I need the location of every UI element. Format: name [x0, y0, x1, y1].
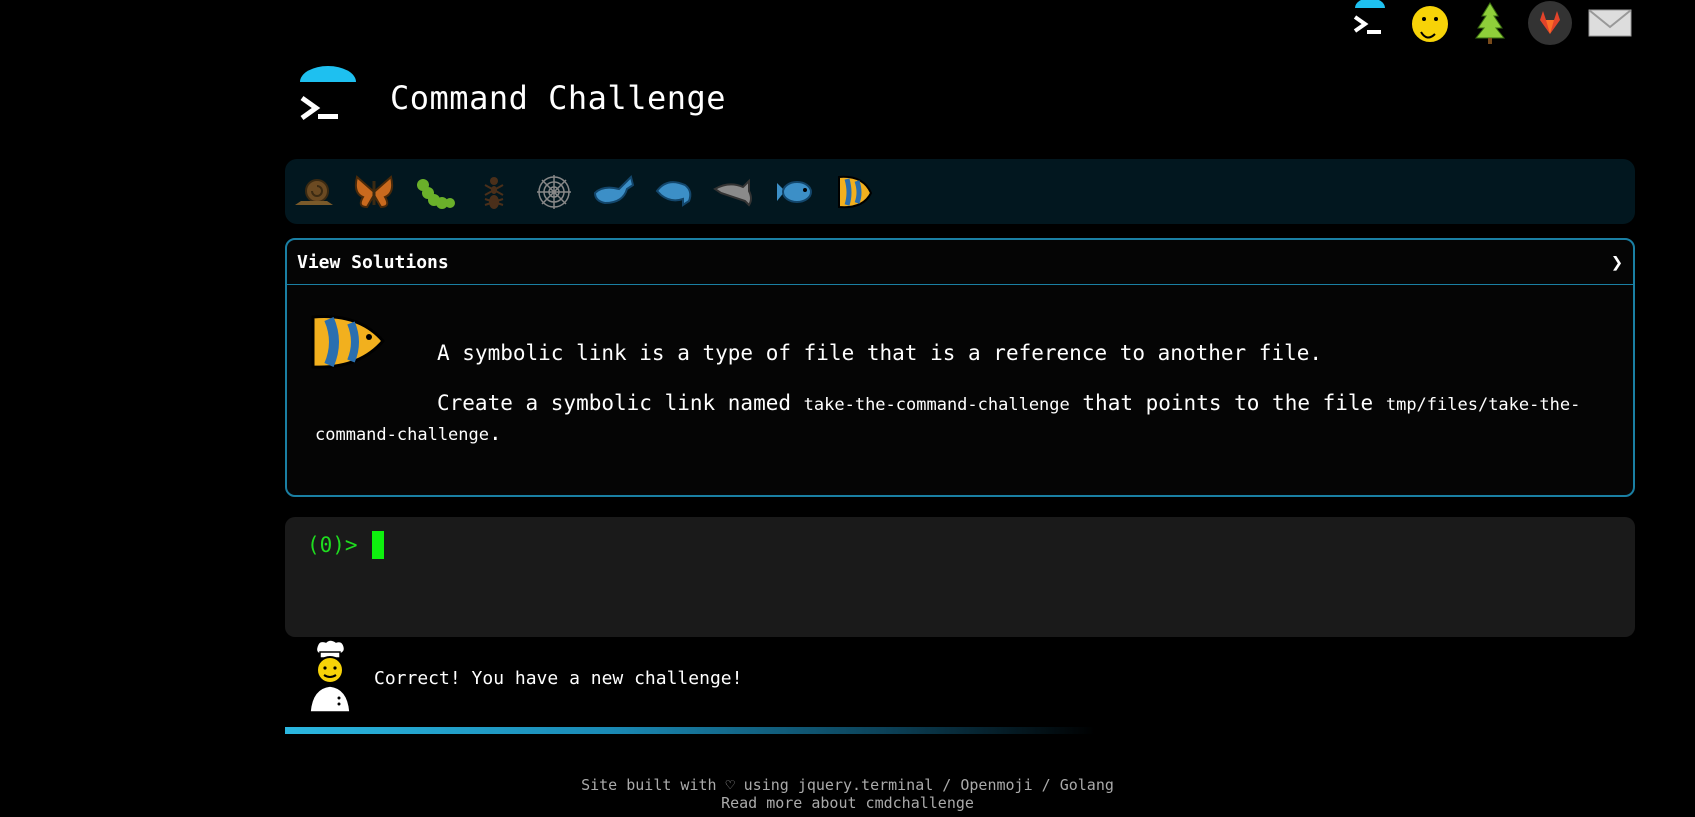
shushing-face-icon[interactable]: [1407, 0, 1453, 46]
read-more-link[interactable]: Read more about cmdchallenge: [721, 794, 974, 812]
status-message-text: Correct! You have a new challenge!: [374, 667, 743, 689]
dolphin-icon[interactable]: [653, 171, 695, 213]
chevron-right-icon: ❯: [1610, 250, 1623, 274]
footer-credits[interactable]: Site built with ♡ using jquery.terminal …: [0, 776, 1695, 794]
whale-icon[interactable]: [593, 171, 635, 213]
footer: Site built with ♡ using jquery.terminal …: [0, 776, 1695, 812]
butterfly-icon[interactable]: [353, 171, 395, 213]
terminal-icon[interactable]: [1347, 0, 1393, 46]
task-text-part: .: [489, 421, 502, 445]
top-icon-bar: [1347, 0, 1633, 46]
snail-icon[interactable]: [293, 171, 335, 213]
spider-web-icon[interactable]: [533, 171, 575, 213]
gitlab-icon[interactable]: [1527, 0, 1573, 46]
cook-avatar-icon: [306, 639, 354, 716]
envelope-icon[interactable]: [1587, 0, 1633, 46]
tree-icon[interactable]: [1467, 0, 1513, 46]
page-title: Command Challenge: [390, 79, 727, 117]
terminal[interactable]: (0)>: [285, 517, 1635, 637]
progress-bar: [285, 727, 1095, 734]
terminal-logo-icon[interactable]: [296, 66, 360, 130]
challenge-strip: [285, 159, 1635, 224]
caterpillar-icon[interactable]: [413, 171, 455, 213]
fish-icon[interactable]: [773, 171, 815, 213]
ant-icon[interactable]: [473, 171, 515, 213]
view-solutions-label: View Solutions: [297, 251, 449, 273]
terminal-cursor: [371, 531, 384, 559]
status-message: Correct! You have a new challenge!: [306, 639, 743, 716]
challenge-intro-text: A symbolic link is a type of file that i…: [437, 341, 1323, 365]
site-header: Command Challenge: [296, 66, 726, 130]
dolphin-gray-icon[interactable]: [713, 171, 755, 213]
link-name-code: take-the-command-challenge: [803, 395, 1070, 415]
challenge-description: A symbolic link is a type of file that i…: [287, 285, 1633, 449]
tropical-fish-icon[interactable]: [833, 171, 875, 213]
terminal-prompt-line[interactable]: (0)>: [307, 531, 1613, 559]
tropical-fish-icon: [307, 307, 387, 381]
challenge-panel: View Solutions ❯ A symbolic link is a ty…: [285, 238, 1635, 497]
task-text-part: that points to the file: [1069, 391, 1386, 415]
challenge-task-text: Create a symbolic link named take-the-co…: [315, 389, 1605, 449]
view-solutions-toggle[interactable]: View Solutions ❯: [287, 240, 1633, 285]
terminal-prompt: (0)>: [307, 533, 358, 557]
task-text-part: Create a symbolic link named: [437, 391, 804, 415]
